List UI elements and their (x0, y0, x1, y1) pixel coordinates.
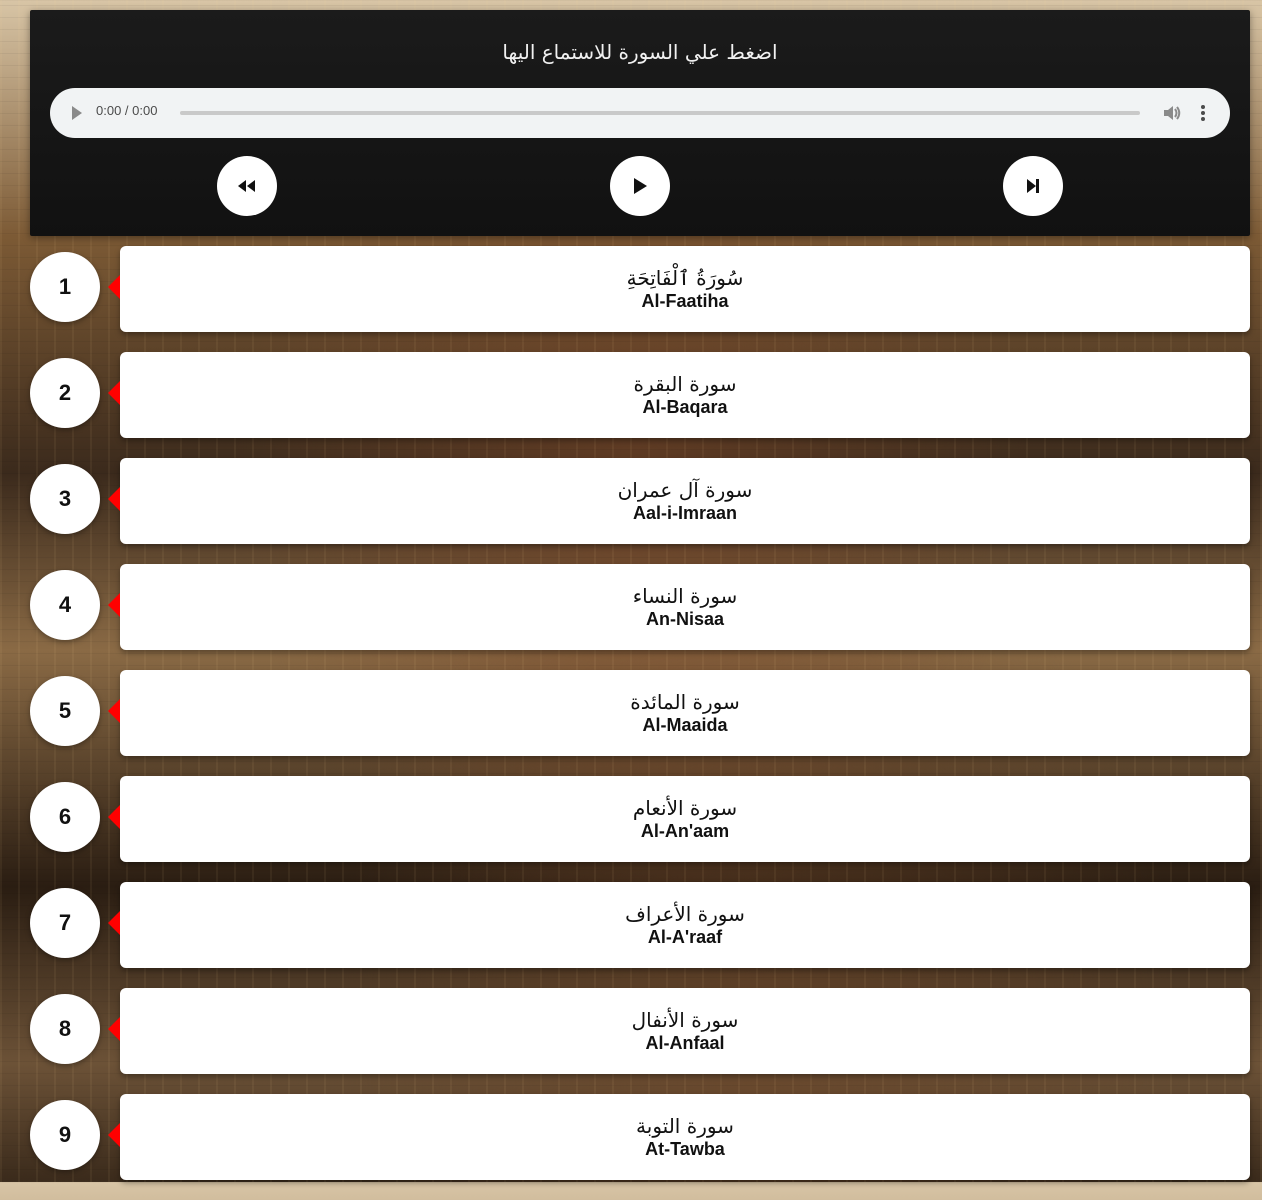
surah-arabic-name: سورة الأنفال (631, 1008, 739, 1032)
surah-row: 9 سورة التوبة At-Tawba (30, 1094, 1250, 1180)
surah-number: 2 (30, 358, 100, 428)
surah-card[interactable]: سورة البقرة Al-Baqara (120, 352, 1250, 438)
surah-card[interactable]: سورة النساء An-Nisaa (120, 564, 1250, 650)
surah-number: 8 (30, 994, 100, 1064)
surah-row: 5 سورة المائدة Al-Maaida (30, 670, 1250, 756)
surah-row: 3 سورة آل عمران Aal-i-Imraan (30, 458, 1250, 544)
audio-element[interactable]: 0:00 / 0:00 (50, 88, 1230, 138)
volume-icon[interactable] (1162, 104, 1182, 122)
surah-card[interactable]: سُورَةُ ٱلْفَاتِحَةِ Al-Faatiha (120, 246, 1250, 332)
red-arrow-icon (108, 381, 120, 405)
surah-arabic-name: سورة التوبة (636, 1114, 734, 1138)
surah-row: 6 سورة الأنعام Al-An'aam (30, 776, 1250, 862)
play-icon (634, 178, 647, 194)
red-arrow-icon (108, 593, 120, 617)
red-arrow-icon (108, 1123, 120, 1147)
red-arrow-icon (108, 911, 120, 935)
surah-english-name: Al-A'raaf (647, 927, 723, 947)
surah-row: 8 سورة الأنفال Al-Anfaal (30, 988, 1250, 1074)
red-arrow-icon (108, 487, 120, 511)
surah-english-name: Al-Maaida (642, 715, 728, 735)
surah-english-name: Aal-i-Imraan (632, 503, 738, 523)
audio-play-icon[interactable] (72, 106, 82, 120)
red-arrow-icon (108, 805, 120, 829)
more-options-icon[interactable] (1199, 105, 1207, 123)
surah-number: 7 (30, 888, 100, 958)
surah-arabic-name: سُورَةُ ٱلْفَاتِحَةِ (626, 266, 744, 290)
surah-english-name: Al-Faatiha (641, 291, 729, 311)
surah-english-name: Al-An'aam (640, 821, 730, 841)
surah-row: 1 سُورَةُ ٱلْفَاتِحَةِ Al-Faatiha (30, 246, 1250, 332)
surah-card[interactable]: سورة الأعراف Al-A'raaf (120, 882, 1250, 968)
surah-english-name: An-Nisaa (645, 609, 725, 629)
surah-row: 4 سورة النساء An-Nisaa (30, 564, 1250, 650)
surah-row: 2 سورة البقرة Al-Baqara (30, 352, 1250, 438)
surah-number: 6 (30, 782, 100, 852)
previous-button[interactable] (217, 156, 277, 216)
surah-number: 3 (30, 464, 100, 534)
surah-list: 1 سُورَةُ ٱلْفَاتِحَةِ Al-Faatiha 2 سورة… (30, 246, 1250, 1200)
surah-number: 5 (30, 676, 100, 746)
next-button[interactable] (1003, 156, 1063, 216)
red-arrow-icon (108, 699, 120, 723)
surah-card[interactable]: سورة المائدة Al-Maaida (120, 670, 1250, 756)
surah-arabic-name: سورة آل عمران (617, 478, 753, 502)
surah-english-name: At-Tawba (645, 1139, 725, 1159)
player-title: اضغط علي السورة للاستماع اليها (502, 40, 778, 64)
surah-arabic-name: سورة الأنعام (632, 796, 738, 820)
surah-arabic-name: سورة النساء (632, 584, 738, 608)
surah-card[interactable]: سورة الأنفال Al-Anfaal (120, 988, 1250, 1074)
surah-card[interactable]: سورة الأنعام Al-An'aam (120, 776, 1250, 862)
audio-player-panel: اضغط علي السورة للاستماع اليها 0:00 / 0:… (30, 10, 1250, 236)
surah-card[interactable]: سورة التوبة At-Tawba (120, 1094, 1250, 1180)
surah-number: 4 (30, 570, 100, 640)
audio-progress-bar[interactable] (180, 111, 1140, 115)
surah-number: 9 (30, 1100, 100, 1170)
rewind-icon (238, 180, 255, 192)
surah-arabic-name: سورة المائدة (630, 690, 740, 714)
surah-english-name: Al-Baqara (642, 397, 728, 417)
red-arrow-icon (108, 275, 120, 299)
audio-time: 0:00 / 0:00 (96, 103, 158, 118)
play-button[interactable] (610, 156, 670, 216)
skip-next-icon (1027, 179, 1039, 193)
surah-arabic-name: سورة البقرة (633, 372, 737, 396)
surah-row: 7 سورة الأعراف Al-A'raaf (30, 882, 1250, 968)
surah-english-name: Al-Anfaal (645, 1033, 725, 1053)
surah-card[interactable]: سورة آل عمران Aal-i-Imraan (120, 458, 1250, 544)
red-arrow-icon (108, 1017, 120, 1041)
surah-arabic-name: سورة الأعراف (625, 902, 745, 926)
surah-number: 1 (30, 252, 100, 322)
